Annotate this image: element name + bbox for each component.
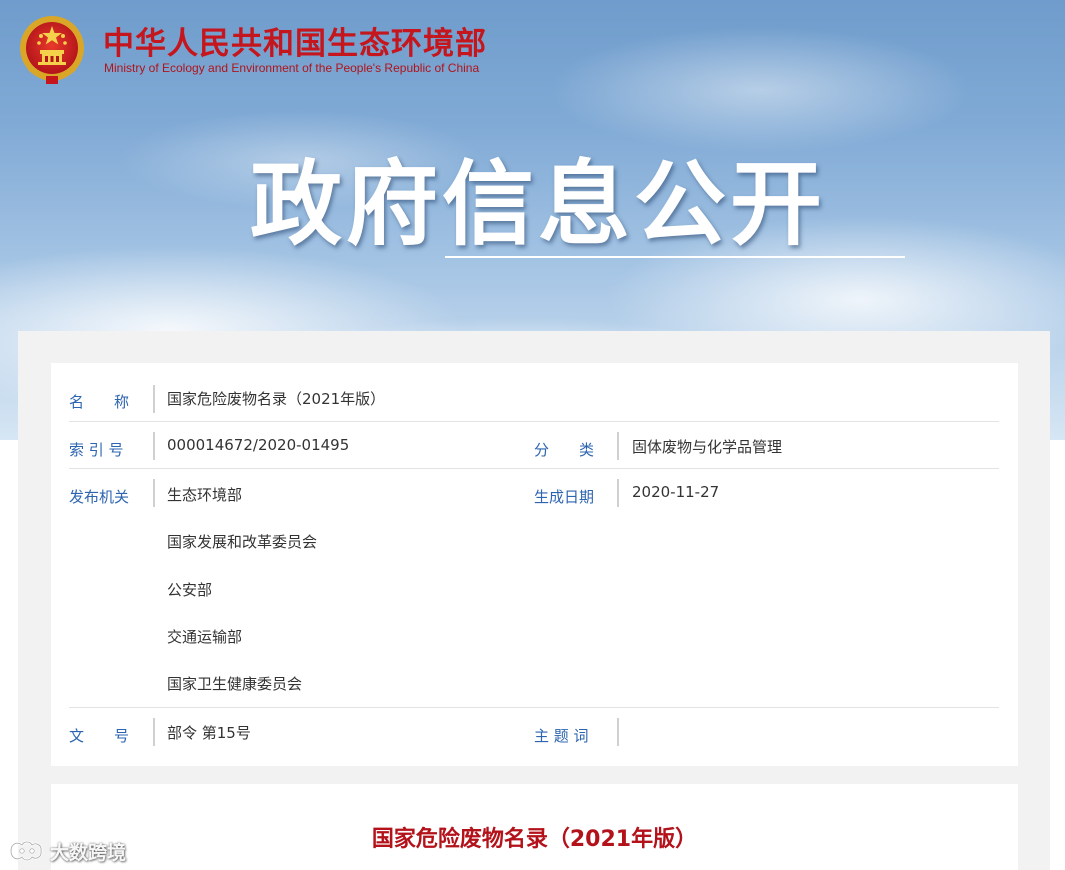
index-label: 索 引 号 xyxy=(69,441,124,459)
divider xyxy=(153,385,155,413)
document-info-card: 名 称 国家危险废物名录（2021年版） 索 引 号 000014672/202… xyxy=(51,363,1018,766)
issuer-label: 发布机关 xyxy=(69,488,130,506)
page-title: 政府信息公开 xyxy=(250,151,827,258)
issuer-item: 生态环境部 xyxy=(167,486,243,504)
divider xyxy=(153,479,155,507)
info-row-issuer: 发布机关 生态环境部 国家发展和改革委员会 公安部 交通运输部 国家卫生健康委员… xyxy=(69,469,999,708)
issuer-item: 交通运输部 xyxy=(167,628,243,646)
document-title: 国家危险废物名录（2021年版） xyxy=(371,827,698,852)
watermark: 大数跨境 xyxy=(8,836,126,866)
date-label: 生成日期 xyxy=(534,488,595,506)
divider xyxy=(617,479,619,507)
ministry-name-cn[interactable]: 中华人民共和国生态环境部 xyxy=(103,18,487,63)
subject-label: 主 题 词 xyxy=(534,727,589,745)
watermark-logo-icon xyxy=(9,840,43,862)
watermark-text: 大数跨境 xyxy=(50,841,127,864)
name-value: 国家危险废物名录（2021年版） xyxy=(167,390,386,408)
info-row-index: 索 引 号 000014672/2020-01495 分 类 固体废物与化学品管… xyxy=(69,422,999,469)
name-label: 名 称 xyxy=(69,393,130,411)
issuer-item: 国家卫生健康委员会 xyxy=(167,675,303,693)
issuer-item: 公安部 xyxy=(167,581,213,599)
doc-no-value: 部令 第15号 xyxy=(167,724,251,742)
index-value: 000014672/2020-01495 xyxy=(167,436,350,454)
doc-no-label: 文 号 xyxy=(69,727,130,745)
divider xyxy=(617,718,619,746)
divider xyxy=(617,432,619,460)
document-content-card: 国家危险废物名录（2021年版） xyxy=(51,784,1018,870)
category-label: 分 类 xyxy=(534,441,595,459)
date-value: 2020-11-27 xyxy=(632,483,720,501)
title-underline xyxy=(445,256,905,258)
info-row-docno: 文 号 部令 第15号 主 题 词 xyxy=(69,708,999,756)
category-value: 固体废物与化学品管理 xyxy=(632,438,783,456)
info-row-name: 名 称 国家危险废物名录（2021年版） xyxy=(69,375,999,422)
ministry-name-en[interactable]: Ministry of Ecology and Environment of t… xyxy=(104,61,479,75)
divider xyxy=(153,718,155,746)
divider xyxy=(153,432,155,460)
issuer-item: 国家发展和改革委员会 xyxy=(167,533,318,551)
national-emblem-icon[interactable] xyxy=(18,14,86,86)
